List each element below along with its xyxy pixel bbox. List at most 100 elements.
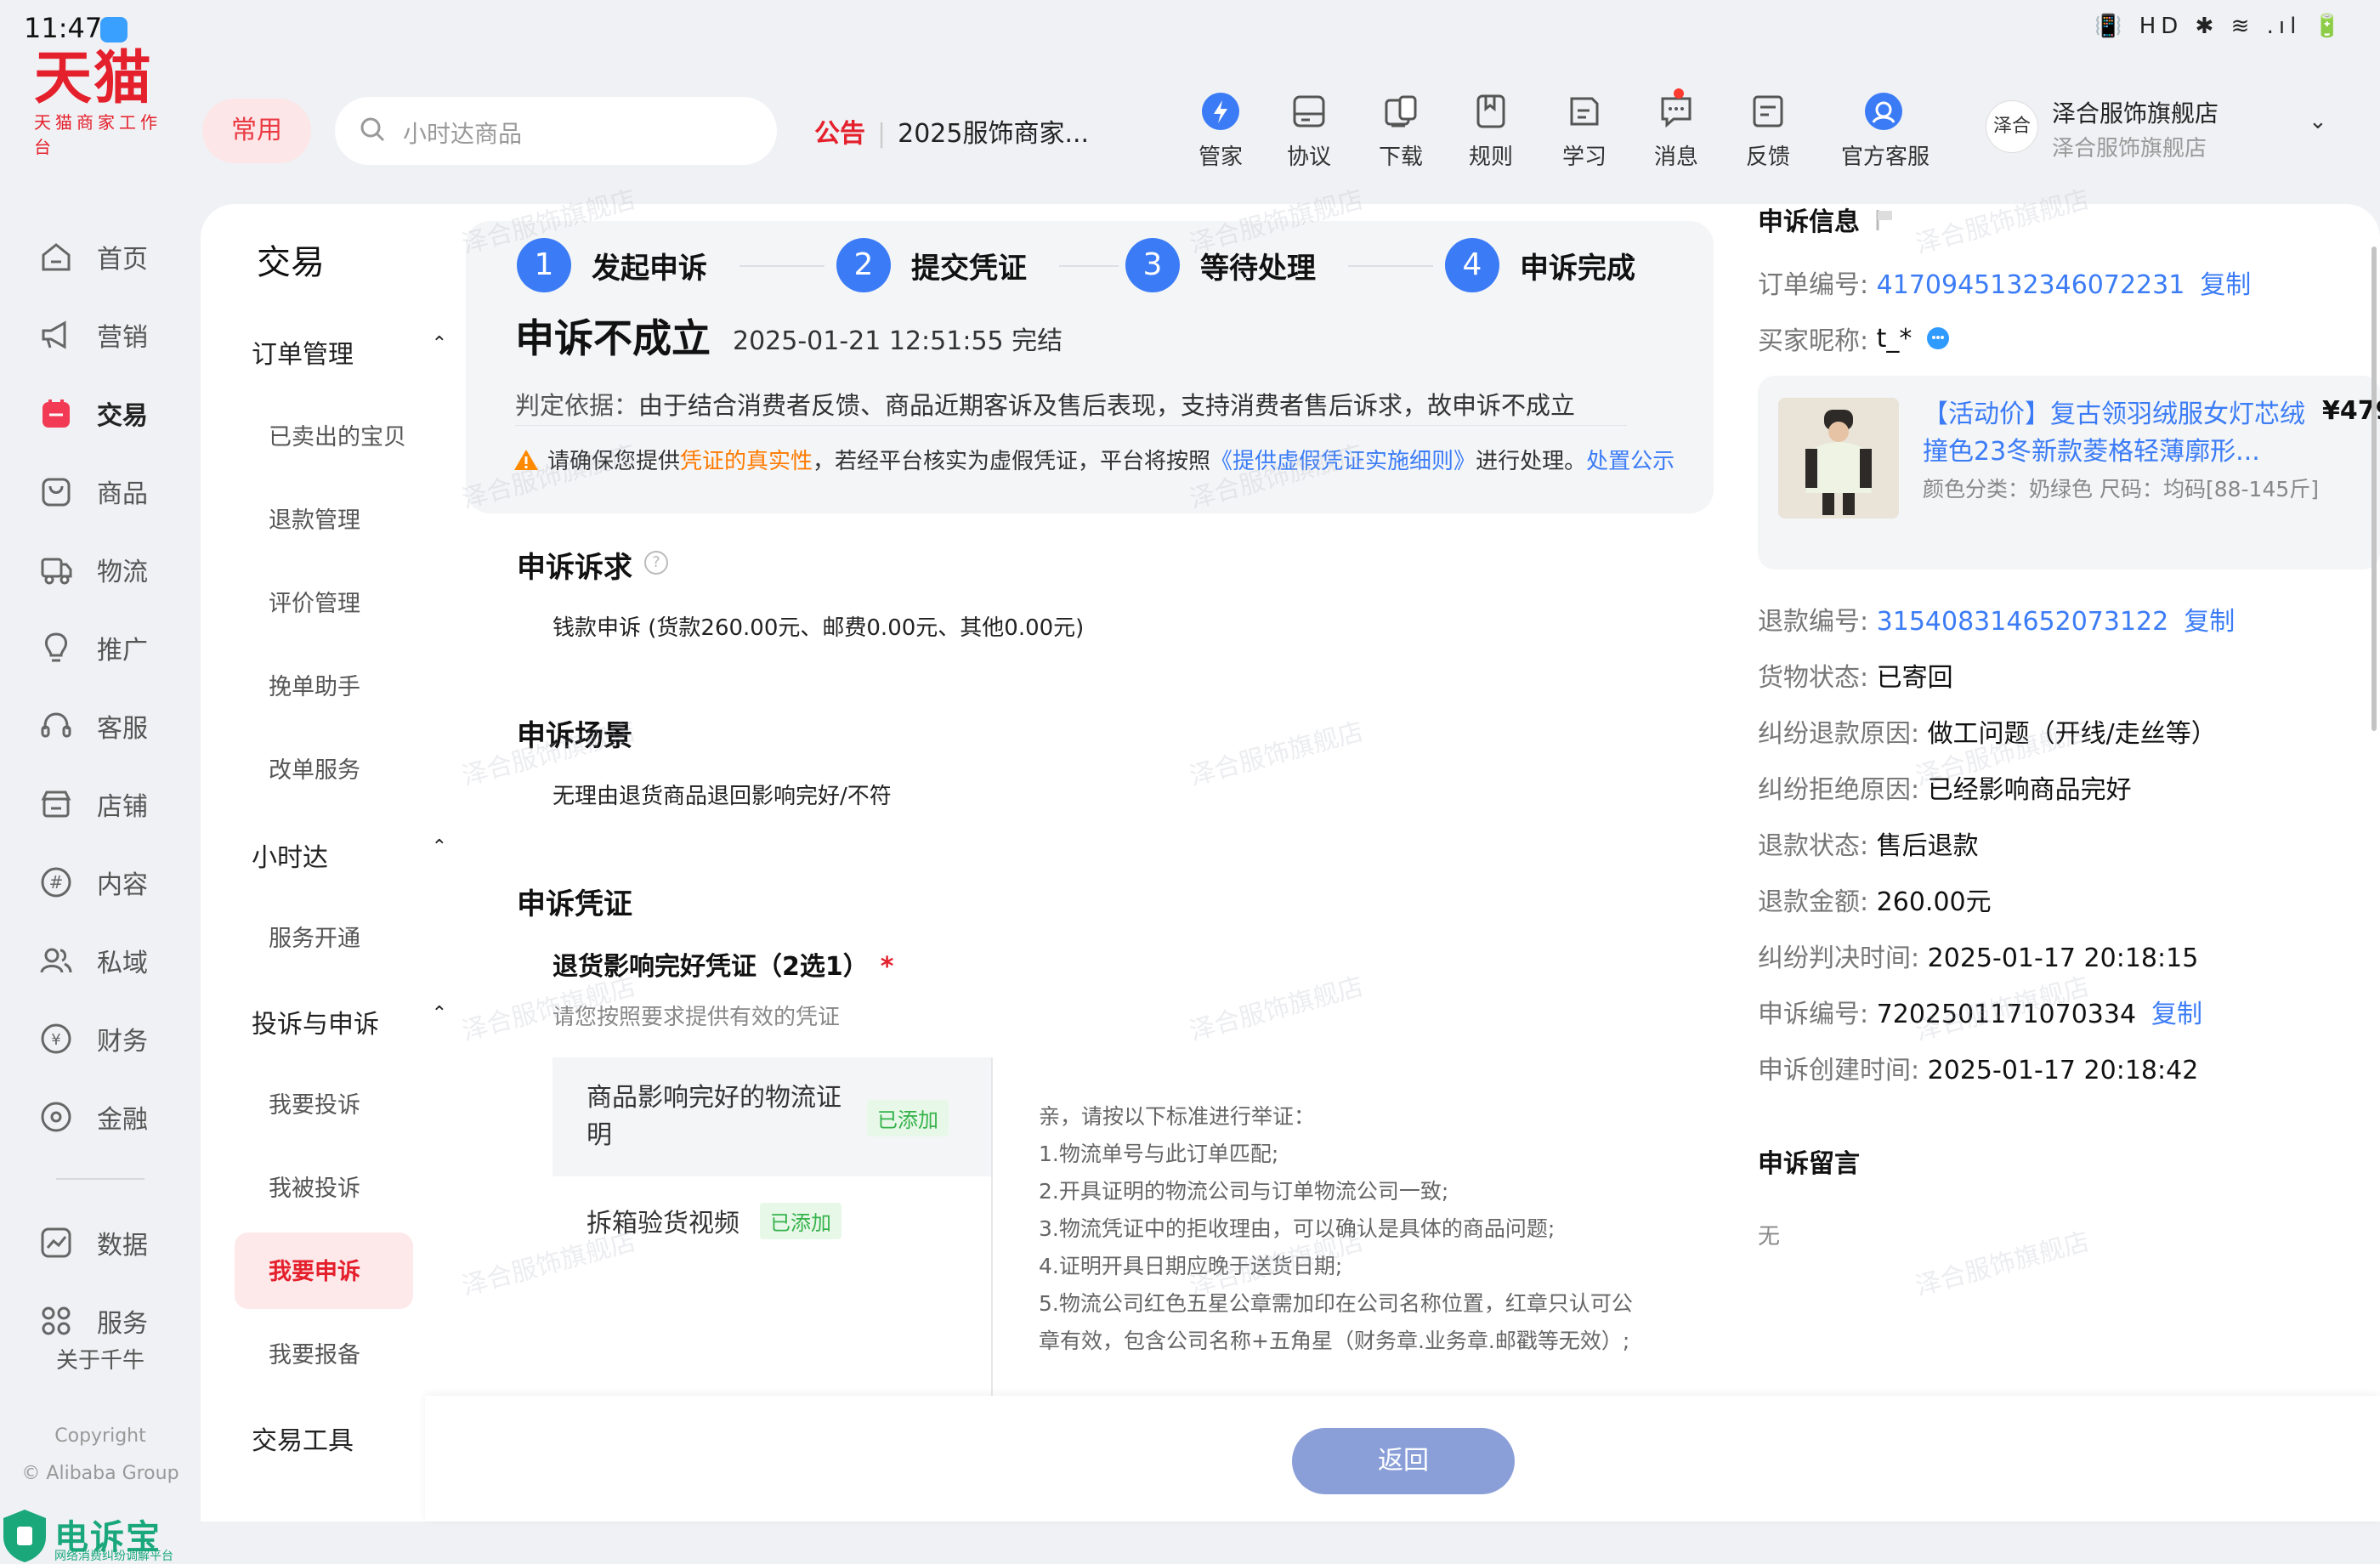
shop-switcher[interactable]: 泽合 泽合服饰旗舰店 泽合服饰旗舰店 ⌄ [1986,92,2360,170]
nav-butler[interactable]: 管家 [1180,90,1261,171]
guide-line: 5.物流公司红色五星公章需加印在公司名称位置，红章只认可公章有效，包含公司名称+… [1039,1291,1633,1353]
create-time-row: 申诉创建时间: 2025-01-17 20:18:42 [1758,1049,2198,1086]
subnav-group-tools[interactable]: 交易工具 [252,1420,447,1457]
evidence-option-video[interactable]: 拆箱验货视频 已添加 [586,1202,842,1239]
store-icon [37,785,75,823]
copy-appeal-button[interactable]: 复制 [2151,1000,2202,1029]
sidebar-item-label: 推广 [97,636,148,666]
scene-body: 无理由退货商品退回影响完好/不符 [552,784,892,809]
common-button[interactable]: 常用 [202,99,311,163]
subnav-item-report[interactable]: 我要报备 [269,1336,360,1369]
subnav-item-open-service[interactable]: 服务开通 [269,920,360,953]
subnav-group-orders[interactable]: 订单管理 ⌃ [252,333,447,371]
reject-reason-row: 纠纷拒绝原因: 已经影响商品完好 [1758,768,2132,806]
nav-download[interactable]: 下载 [1360,90,1442,171]
authenticity-warning: 请确保您提供凭证的真实性，若经平台核实为虚假凭证，平台将按照《提供虚假凭证实施细… [513,444,1674,475]
disposal-notice-link[interactable]: 处置公示 [1586,449,1674,474]
kv-key: 申诉编号: [1758,1000,1869,1029]
sidebar-item-goods[interactable]: 商品 [37,466,190,517]
warning-text: 进行处理。 [1476,449,1587,474]
scrollbar[interactable] [2372,246,2377,731]
unread-dot [1674,88,1684,99]
sidebar-item-label: 首页 [97,245,148,275]
refund-number-link[interactable]: 315408314652073122 [1877,607,2169,637]
nav-learn[interactable]: 学习 [1544,90,1625,171]
nav-agreement[interactable]: 协议 [1268,90,1350,171]
subnav-item-review[interactable]: 评价管理 [269,585,360,618]
sidebar-item-trade[interactable]: 交易 [37,388,190,439]
announcement[interactable]: 公告 | 2025服饰商家... [814,112,1089,150]
subnav-item-modify[interactable]: 改单服务 [269,751,360,785]
group-label: 投诉与申诉 [252,1010,379,1040]
nav-rules[interactable]: 规则 [1450,90,1532,171]
step-connector [740,265,824,267]
refund-number-row: 退款编号: 315408314652073122 复制 [1758,600,2235,638]
kv-value: 2025-01-17 20:18:42 [1927,1056,2199,1085]
chat-bubble-icon[interactable] [1925,326,1951,351]
subnav-item-complained[interactable]: 我被投诉 [269,1170,360,1203]
subnav-item-retain[interactable]: 挽单助手 [269,668,360,701]
sidebar-item-banking[interactable]: 金融 [37,1091,190,1142]
subnav-item-refund[interactable]: 退款管理 [269,502,360,535]
svg-text:¥: ¥ [51,1031,60,1049]
step-3: 3 等待处理 [1125,238,1316,292]
sidebar-item-store[interactable]: 店铺 [37,779,190,830]
search-input[interactable]: 小时达商品 [335,97,777,165]
sidebar-item-label: 私域 [97,949,148,978]
back-button[interactable]: 返回 [1292,1428,1515,1494]
about-qianniu-link[interactable]: 关于千牛 [56,1343,144,1374]
evidence-option-logistics[interactable]: 商品影响完好的物流证明 已添加 [552,1057,991,1176]
claim-title: 申诉诉求 [517,551,632,585]
refund-amount-row: 退款金额: 260.00元 [1758,881,1992,918]
product-title[interactable]: 【活动价】复古领羽绒服女灯芯绒撞色23冬新款菱格轻薄廓形... [1923,396,2322,471]
finance-circle-icon [37,1098,75,1136]
scene-title: 申诉场景 [517,719,632,753]
sidebar-item-logistics[interactable]: 物流 [37,544,190,595]
sidebar-item-promotion[interactable]: 推广 [37,622,190,673]
shop-subname: 泽合服饰旗舰店 [2052,136,2207,162]
subnav-item-sold[interactable]: 已卖出的宝贝 [269,418,406,451]
subnav-group-complaints[interactable]: 投诉与申诉 ⌃ [252,1003,447,1040]
step-4: 4 申诉完成 [1445,238,1635,292]
nav-message[interactable]: 消息 [1635,88,1717,171]
judgment-basis: 判定依据：由于结合消费者反馈、商品近期客诉及售后表现，支持消费者售后诉求，故申诉… [515,386,1575,422]
message-body: 无 [1758,1224,1781,1250]
sidebar-item-label: 交易 [97,401,148,431]
sidebar-item-services[interactable]: 服务 [37,1294,190,1346]
copy-order-button[interactable]: 复制 [2200,270,2251,300]
order-number-link[interactable]: 4170945132346072231 [1877,270,2185,300]
subnav-item-complain[interactable]: 我要投诉 [269,1086,360,1119]
appeal-number-row: 申诉编号: 7202501171070334 复制 [1758,993,2202,1030]
nav-customer-service[interactable]: 官方客服 [1841,90,1930,171]
sidebar-item-label: 金融 [97,1105,148,1135]
product-spec: 颜色分类：奶绿色 尺码：均码[88-145斤] [1923,477,2320,502]
kv-key: 退款状态: [1758,831,1869,861]
help-icon[interactable]: ? [644,551,668,575]
subnav-item-appeal[interactable]: 我要申诉 [269,1253,360,1286]
sidebar-item-service[interactable]: 客服 [37,700,190,751]
sidebar-item-private[interactable]: 私域 [37,935,190,986]
dianshubao-badge[interactable]: 电诉宝 网络消费纠纷调解平台 [0,1503,187,1564]
guide-line: 3.物流凭证中的拒收理由，可以确认是具体的商品问题; [1039,1216,1556,1241]
sidebar-item-home[interactable]: 首页 [37,231,190,282]
guide-line: 4.证明开具日期应晚于送货日期; [1039,1254,1343,1278]
goods-icon [37,473,75,510]
warning-text: ，若经平台核实为虚假凭证，平台将按照 [813,449,1211,474]
nav-feedback[interactable]: 反馈 [1727,90,1809,171]
copyright-line2: © Alibaba Group [21,1463,179,1484]
sidebar-item-finance[interactable]: ¥ 财务 [37,1013,190,1064]
sidebar-item-marketing[interactable]: 营销 [37,309,190,360]
step-number: 1 [517,238,571,292]
search-placeholder: 小时达商品 [403,120,523,148]
rules-link[interactable]: 《提供虚假凭证实施细则》 [1210,449,1476,474]
sidebar-item-content[interactable]: # 内容 [37,857,190,908]
subnav-group-hourly[interactable]: 小时达 ⌃ [252,836,447,874]
kv-key: 货物状态: [1758,663,1869,693]
nav-label: 管家 [1198,144,1243,170]
kv-value: 已寄回 [1876,663,1953,693]
copy-refund-button[interactable]: 复制 [2184,607,2235,637]
sidebar-item-data[interactable]: 数据 [37,1217,190,1268]
sidebar-item-label: 营销 [97,323,148,353]
tmall-logo[interactable]: 天猫 天猫商家工作台 [34,44,178,158]
sidebar-item-label: 店铺 [97,792,148,822]
